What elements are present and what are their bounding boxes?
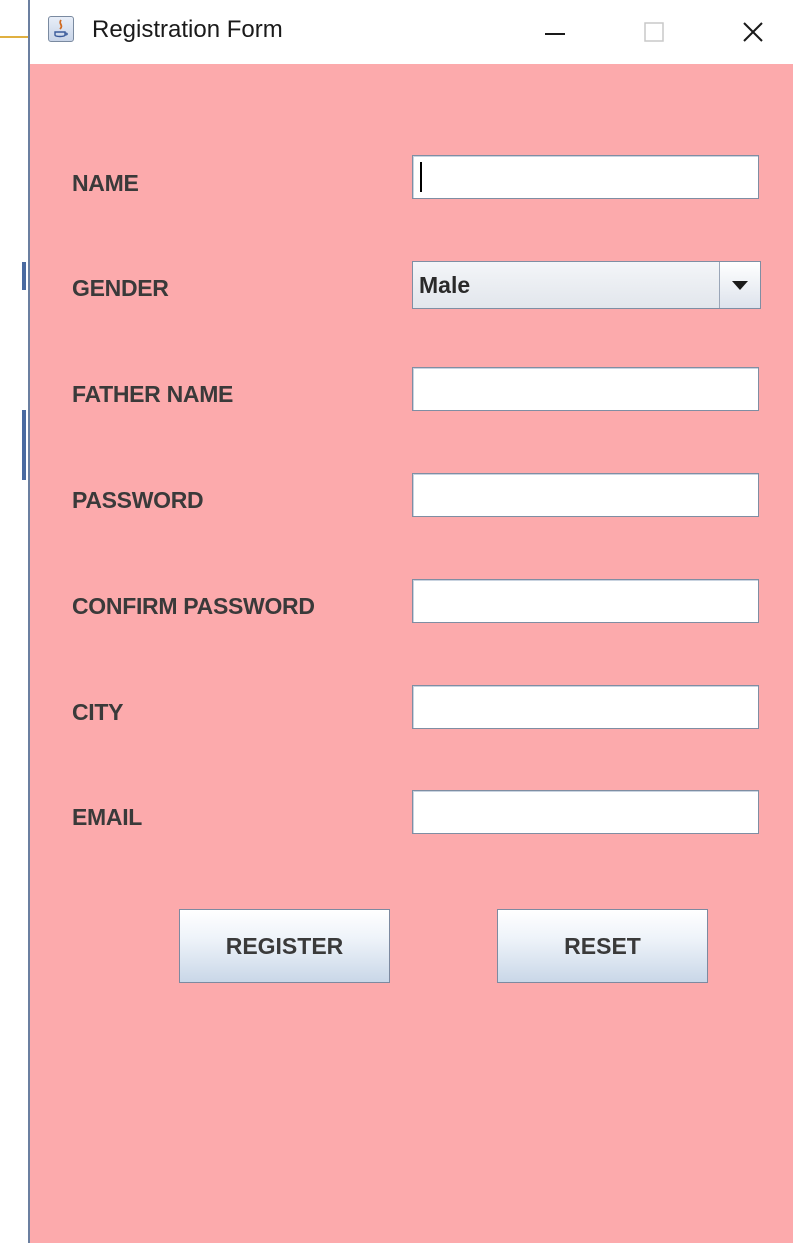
background-fragment (22, 262, 26, 290)
gender-label: GENDER (72, 275, 169, 301)
maximize-button[interactable] (624, 10, 684, 54)
close-button[interactable] (723, 10, 783, 54)
gender-dropdown[interactable]: Male (412, 261, 761, 309)
register-button[interactable]: REGISTER (179, 909, 390, 983)
city-label: CITY (72, 699, 124, 725)
window-title: Registration Form (92, 16, 283, 43)
gender-selected-value: Male (419, 272, 471, 298)
email-label: EMAIL (72, 804, 143, 830)
confirm-password-field[interactable] (412, 579, 759, 623)
minimize-button[interactable] (525, 10, 585, 54)
text-caret (420, 162, 422, 192)
name-label: NAME (72, 170, 139, 196)
maximize-icon (644, 22, 664, 42)
java-app-icon (48, 16, 74, 42)
name-field[interactable] (412, 155, 759, 199)
title-bar[interactable]: Registration Form (30, 0, 793, 64)
father-name-field[interactable] (412, 367, 759, 411)
password-label: PASSWORD (72, 487, 204, 513)
confirm-password-label: CONFIRM PASSWORD (72, 593, 315, 619)
city-field[interactable] (412, 685, 759, 729)
father-name-label: FATHER NAME (72, 381, 234, 407)
background-fragment (22, 410, 26, 480)
dropdown-arrow-button[interactable] (719, 262, 760, 308)
chevron-down-icon (732, 281, 748, 290)
email-field[interactable] (412, 790, 759, 834)
password-field[interactable] (412, 473, 759, 517)
registration-window: Registration Form NAME GENDER Male FATHE… (28, 0, 793, 1243)
minimize-icon (545, 33, 565, 35)
background-window-edge (0, 0, 28, 1243)
close-icon (743, 22, 763, 42)
reset-button[interactable]: RESET (497, 909, 708, 983)
